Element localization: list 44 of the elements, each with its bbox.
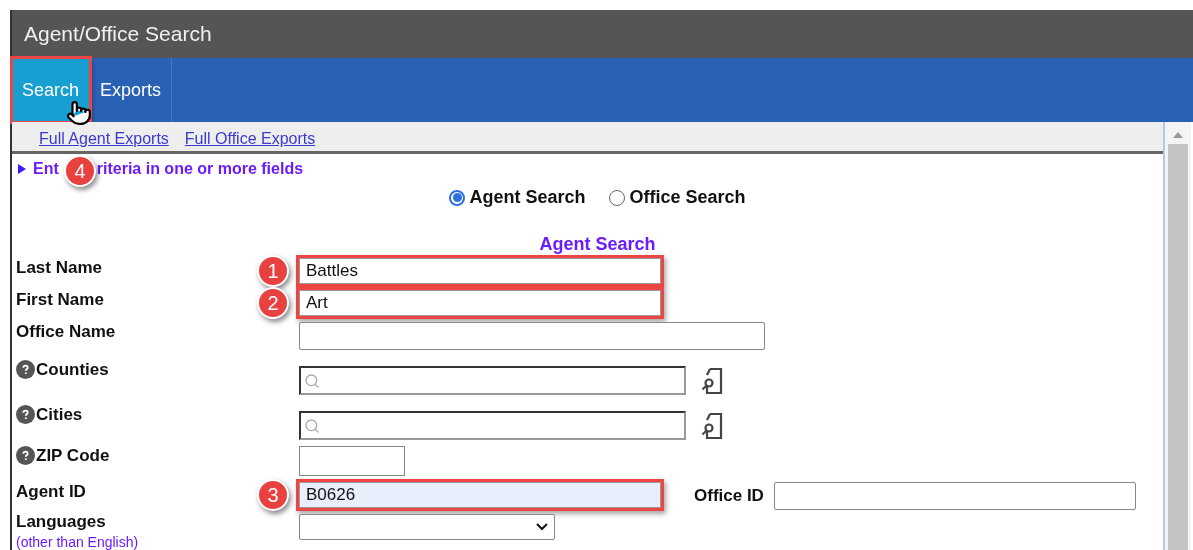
field-label: ZIP Code	[36, 445, 110, 467]
scrollbar[interactable]	[1163, 122, 1191, 550]
search-field[interactable]	[299, 411, 686, 440]
section-title: Agent Search	[539, 233, 656, 255]
dropdown[interactable]	[299, 514, 555, 540]
radio-option[interactable]: Office Search	[609, 184, 746, 211]
export-link[interactable]: Full Agent Exports	[39, 127, 169, 151]
help-icon[interactable]	[16, 405, 35, 425]
field-label: Languages	[16, 511, 107, 533]
search-icon	[304, 372, 320, 389]
help-icon[interactable]	[16, 446, 35, 466]
window-title: Agent/Office Search	[24, 21, 212, 48]
field-label: Cities	[36, 404, 83, 426]
text-field[interactable]	[299, 322, 765, 350]
field-label: Counties	[36, 359, 109, 381]
export-link[interactable]: Full Office Exports	[184, 127, 316, 151]
search-icon	[304, 417, 320, 434]
scroll-up-arrow-icon[interactable]	[1173, 132, 1183, 138]
triangle-right-icon	[18, 164, 26, 174]
field-note: (other than English)	[16, 533, 140, 550]
text-field[interactable]	[773, 482, 1136, 510]
instruction-text: riteria in one or more fields	[96, 159, 304, 179]
radio-option[interactable]: Agent Search	[449, 184, 586, 211]
lookup-icon[interactable]	[701, 412, 725, 439]
step-number-badge: 2	[257, 287, 289, 319]
text-field[interactable]: Battles	[299, 258, 661, 284]
text-field[interactable]	[299, 446, 405, 476]
text-field[interactable]: Art	[299, 290, 661, 316]
field-label: First Name	[16, 289, 104, 311]
field-label: Office ID	[694, 485, 764, 508]
hand-cursor-icon	[66, 98, 92, 128]
lookup-icon[interactable]	[701, 367, 725, 394]
chevron-down-icon	[536, 523, 548, 531]
step-number-badge: 4	[64, 155, 96, 187]
help-icon[interactable]	[16, 360, 35, 380]
radio-button[interactable]	[449, 189, 466, 206]
field-label: Office Name	[16, 321, 116, 343]
step-number-badge: 1	[257, 255, 289, 287]
field-label: Last Name	[16, 257, 102, 279]
search-field[interactable]	[299, 366, 686, 395]
text-field[interactable]: B0626	[299, 482, 661, 508]
field-label: Agent ID	[16, 481, 86, 503]
step-number-badge: 3	[257, 479, 289, 511]
instruction-text: Ent	[33, 159, 59, 179]
